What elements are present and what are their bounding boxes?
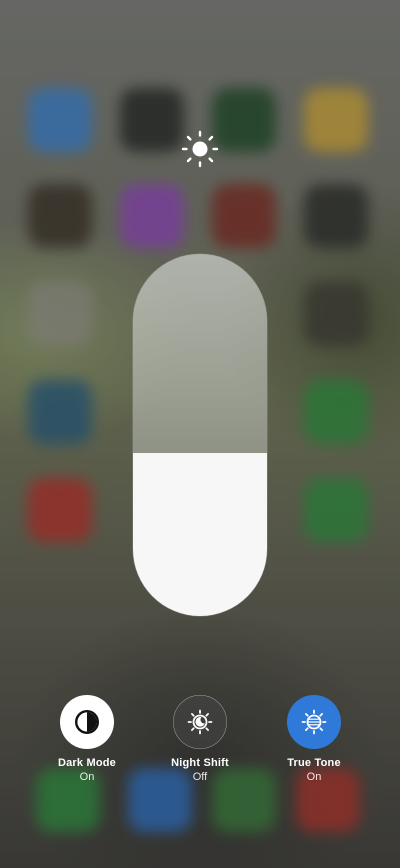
night-shift-state: Off xyxy=(192,771,208,783)
night-shift-control[interactable]: Night Shift Off xyxy=(145,695,255,783)
brightness-slider[interactable] xyxy=(133,254,267,616)
dark-mode-control[interactable]: Dark Mode On xyxy=(32,695,142,783)
dark-mode-state: On xyxy=(79,771,95,783)
dark-mode-icon xyxy=(75,710,99,734)
night-shift-label: Night Shift xyxy=(171,757,229,769)
night-shift-button[interactable] xyxy=(173,695,227,749)
dark-mode-label: Dark Mode xyxy=(57,757,117,769)
true-tone-icon xyxy=(301,709,327,735)
brightness-slider-track xyxy=(133,254,267,454)
sun-icon xyxy=(181,130,219,168)
brightness-slider-fill xyxy=(133,453,267,616)
true-tone-state: On xyxy=(306,771,322,783)
display-controls-row: Dark Mode On Night Shift Off True Tone O… xyxy=(0,695,400,795)
dark-mode-button[interactable] xyxy=(60,695,114,749)
true-tone-label: True Tone xyxy=(287,757,341,769)
night-shift-icon xyxy=(187,709,213,735)
true-tone-control[interactable]: True Tone On xyxy=(259,695,369,783)
true-tone-button[interactable] xyxy=(287,695,341,749)
